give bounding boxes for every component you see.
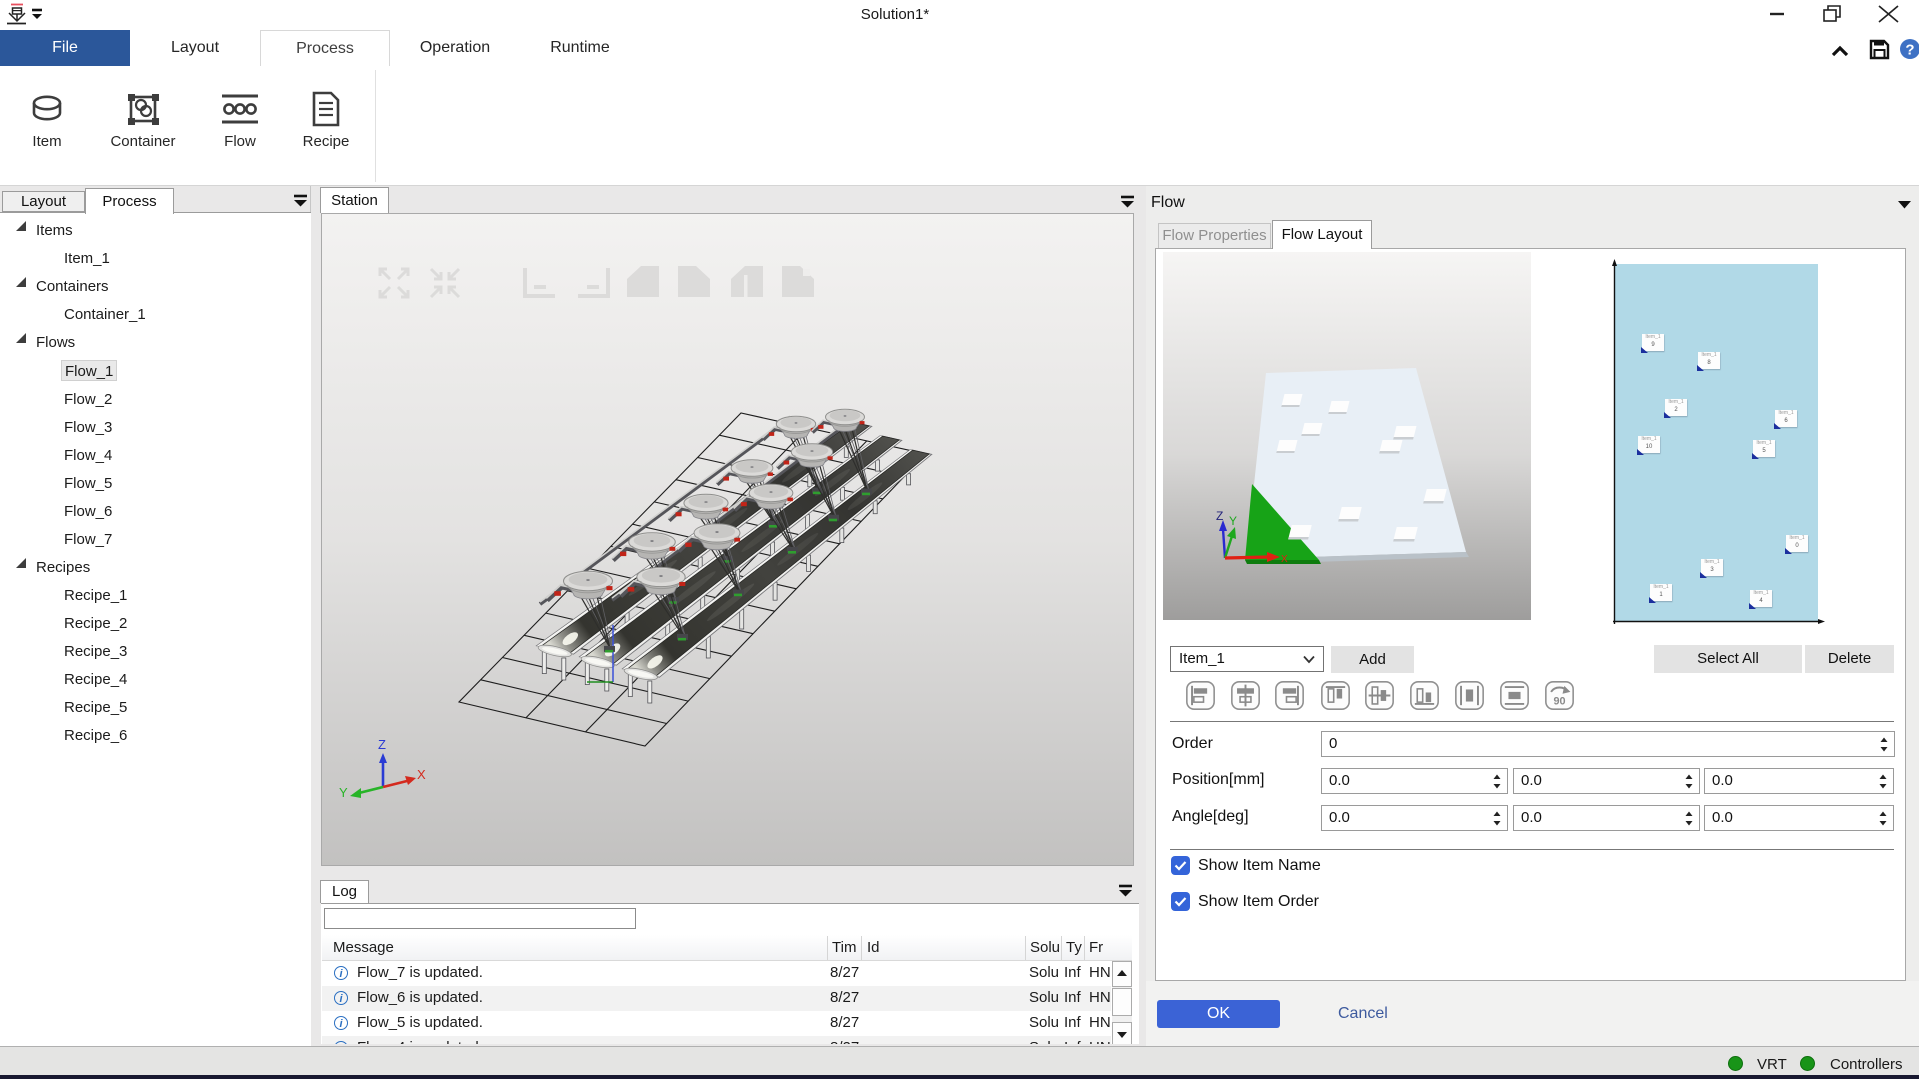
svg-text:Y: Y: [339, 785, 348, 800]
svg-text:Y: Y: [1229, 514, 1237, 528]
svg-text:90: 90: [1553, 696, 1565, 708]
svg-text:?: ?: [1905, 42, 1914, 59]
svg-text:Z: Z: [378, 737, 386, 752]
svg-text:X: X: [417, 767, 426, 782]
svg-text:X: X: [1281, 554, 1288, 565]
svg-text:Z: Z: [1216, 509, 1223, 523]
